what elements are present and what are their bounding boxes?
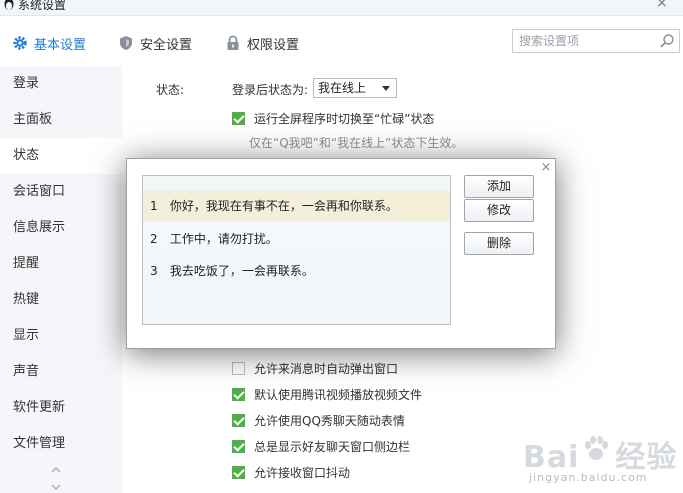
qq-penguin-icon (4, 0, 14, 10)
shield-icon (120, 36, 132, 50)
option-label: 允许来消息时自动弹出窗口 (254, 361, 399, 376)
list-item[interactable]: 1 你好，我现在有事不在，一会再和你联系。 (143, 191, 450, 221)
tencent-video-option[interactable]: 默认使用腾讯视频播放视频文件 (232, 386, 422, 402)
gear-icon (13, 36, 27, 50)
window-title: 系统设置 (18, 0, 67, 12)
sidebar-item-chat-window[interactable]: 会话窗口 (0, 174, 122, 210)
search-icon[interactable] (659, 33, 675, 49)
checkbox[interactable] (232, 413, 245, 427)
title-bar: 系统设置 × (0, 0, 683, 16)
auto-reply-list[interactable]: 1 你好，我现在有事不在，一会再和你联系。 2 工作中，请勿打扰。 3 我去吃饭… (142, 175, 451, 325)
item-text: 我去吃饭了，一会再联系。 (169, 264, 314, 278)
option-label: 允许使用QQ秀聊天随动表情 (254, 413, 405, 428)
tab-label: 安全设置 (140, 37, 193, 53)
status-section-label: 状态: (156, 83, 185, 97)
checkbox[interactable] (232, 387, 245, 401)
qq-show-emote-option[interactable]: 允许使用QQ秀聊天随动表情 (232, 412, 405, 428)
settings-toolbar: 基本设置 安全设置 权限设置 (0, 16, 683, 68)
option-label: 允许接收窗口抖动 (254, 465, 351, 480)
sidebar-item-main-panel[interactable]: 主面板 (0, 102, 122, 138)
sidebar-item-hotkeys[interactable]: 热键 (0, 282, 122, 318)
tab-label: 权限设置 (247, 37, 300, 53)
chat-sidebar-option[interactable]: 总是显示好友聊天窗口侧边栏 (232, 438, 410, 454)
settings-sidebar: 登录 主面板 状态 会话窗口 信息展示 提醒 热键 显示 声音 软件更新 文件管… (0, 66, 122, 493)
delete-button[interactable]: 删除 (464, 232, 534, 255)
option-label: 总是显示好友聊天窗口侧边栏 (254, 439, 411, 454)
auto-reply-dialog: × 1 你好，我现在有事不在，一会再和你联系。 2 工作中，请勿打扰。 3 我去… (126, 158, 556, 349)
tab-permission-settings[interactable]: 权限设置 (225, 33, 299, 53)
settings-search[interactable] (512, 29, 680, 53)
sidebar-item-info-display[interactable]: 信息展示 (0, 210, 122, 246)
list-item[interactable]: 2 工作中，请勿打扰。 (143, 224, 450, 254)
item-number: 3 (150, 264, 158, 278)
item-number: 1 (150, 199, 158, 213)
paw-icon (585, 436, 608, 460)
busy-hint-text: 仅在“Q我吧”和“我在线上”状态下生效。 (249, 136, 464, 150)
auto-popup-option[interactable]: 允许来消息时自动弹出窗口 (232, 360, 398, 376)
sidebar-item-sound[interactable]: 声音 (0, 354, 122, 390)
window-shake-option[interactable]: 允许接收窗口抖动 (232, 464, 350, 480)
checkbox[interactable] (232, 111, 245, 125)
checkbox[interactable] (232, 465, 245, 479)
login-status-select[interactable]: 我在线上 (313, 78, 397, 98)
list-item[interactable]: 3 我去吃饭了，一会再联系。 (143, 256, 450, 286)
sidebar-item-software-update[interactable]: 软件更新 (0, 390, 122, 426)
after-login-label: 登录后状态为: (232, 83, 309, 97)
item-number: 2 (150, 232, 158, 246)
sidebar-item-display[interactable]: 显示 (0, 318, 122, 354)
tab-label: 基本设置 (34, 37, 87, 53)
sidebar-item-login[interactable]: 登录 (0, 66, 122, 102)
baidu-jingyan-watermark: Bai 经验 jingyan.baidu.com (523, 432, 683, 493)
item-text: 你好，我现在有事不在，一会再和你联系。 (169, 199, 398, 213)
busy-on-fullscreen-option[interactable]: 运行全屏程序时切换至“忙碌”状态 (232, 110, 434, 126)
sidebar-item-file-management[interactable]: 文件管理 (0, 426, 122, 462)
edit-button[interactable]: 修改 (464, 199, 534, 222)
add-button[interactable]: 添加 (464, 175, 534, 198)
login-status-value: 我在线上 (318, 81, 367, 95)
tab-basic-settings[interactable]: 基本设置 (12, 33, 86, 53)
option-label: 默认使用腾讯视频播放视频文件 (254, 387, 423, 402)
window-close-button[interactable]: × (656, 0, 670, 10)
chevron-down-icon (382, 86, 390, 91)
scroll-up-icon[interactable] (50, 465, 62, 475)
lock-icon (227, 35, 239, 50)
dialog-close-button[interactable]: × (539, 161, 553, 175)
watermark-url: jingyan.baidu.com (529, 471, 648, 484)
checkbox[interactable] (232, 439, 245, 453)
tab-security-settings[interactable]: 安全设置 (118, 33, 192, 53)
item-text: 工作中，请勿打扰。 (169, 232, 278, 246)
scroll-down-icon[interactable] (50, 482, 62, 492)
option-label: 运行全屏程序时切换至“忙碌”状态 (254, 111, 435, 126)
search-input[interactable] (513, 30, 653, 52)
checkbox[interactable] (232, 361, 245, 375)
sidebar-item-status[interactable]: 状态 (0, 138, 122, 174)
sidebar-item-reminder[interactable]: 提醒 (0, 246, 122, 282)
